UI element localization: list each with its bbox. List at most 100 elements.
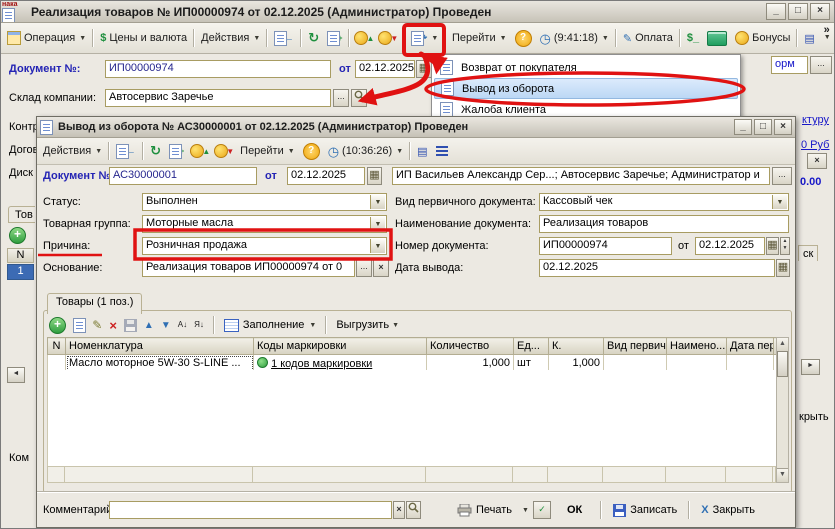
warehouse-field[interactable]: Автосервис Заречье (105, 89, 331, 107)
child-copy-button[interactable]: + (165, 139, 188, 163)
col-quantity[interactable]: Количество (427, 338, 514, 355)
outdate-field[interactable]: 02.12.2025 (539, 259, 775, 277)
rub-link-fragment[interactable]: 0 Руб (801, 139, 829, 151)
col-docname[interactable]: Наимено... (667, 338, 727, 355)
export-button[interactable]: Выгрузить▼ (336, 319, 399, 331)
basis-field[interactable]: Реализация товаров ИП00000974 от 0 (142, 259, 355, 277)
parent-hscroll-right-button[interactable]: ► (801, 359, 820, 375)
post-document-button[interactable]: ▲ (352, 26, 376, 50)
close-button[interactable]: × (810, 3, 830, 20)
toolbar-overflow-button[interactable]: » ▼ (819, 26, 835, 50)
group-combo[interactable]: Моторные масла▼ (142, 215, 387, 233)
print-dropdown-arrow-icon[interactable]: ▼ (522, 507, 529, 514)
calendar-button[interactable]: ▦ (367, 167, 382, 185)
child-help-button[interactable]: ? (299, 139, 324, 163)
table-vscrollbar[interactable]: ▲ ▼ (776, 337, 789, 483)
comment-search-button[interactable] (406, 501, 421, 519)
edit-row-button[interactable]: ✎ (92, 318, 102, 332)
clear-field-button[interactable]: × (807, 153, 827, 169)
prices-currency-button[interactable]: $ Цены и валюта (96, 26, 191, 50)
save-button[interactable]: Записать (608, 500, 682, 520)
calendar-button[interactable]: ▦ (766, 237, 779, 255)
child-minimize-button[interactable]: _ (734, 119, 752, 135)
comment-input[interactable] (109, 501, 392, 519)
child-list-button[interactable] (432, 139, 452, 163)
sort-asc-button[interactable]: А↓ (178, 321, 187, 329)
basis-clear-button[interactable]: × (373, 259, 389, 277)
cash-register-button[interactable] (703, 26, 731, 50)
unit-cell[interactable]: шт (514, 355, 549, 372)
help-button[interactable]: ? (511, 26, 536, 50)
child-close-button[interactable]: × (774, 119, 792, 135)
delete-row-button[interactable]: × (109, 318, 117, 333)
col-unit[interactable]: Ед... (514, 338, 549, 355)
dropdown-arrow-icon[interactable]: ▼ (370, 217, 385, 231)
status-combo[interactable]: Выполнен▼ (142, 193, 387, 211)
sort-desc-button[interactable]: Я↓ (194, 321, 204, 329)
minimize-button[interactable]: _ (766, 3, 786, 20)
child-refresh-button[interactable]: ↻ (146, 139, 165, 163)
dropdown-arrow-icon[interactable]: ▼ (772, 195, 787, 209)
parent-goods-tab[interactable]: Тов (8, 206, 35, 223)
marking-codes-link[interactable]: 1 кодов маркировки (271, 358, 372, 370)
col-doctype[interactable]: Вид первич... (604, 338, 667, 355)
reason-combo[interactable]: Розничная продажа▼ (142, 237, 387, 255)
comment-clear-button[interactable]: × (393, 501, 405, 519)
parent-titlebar[interactable]: нака Реализация товаров № ИП00000974 от … (1, 1, 834, 23)
k-cell[interactable]: 1,000 (549, 355, 604, 372)
parent-doc-date-field[interactable]: 02.12.2025 (355, 60, 415, 78)
create-on-basis-button[interactable]: ↷ ▼ (407, 26, 442, 50)
parent-table-selected-row[interactable]: 1 (7, 264, 34, 280)
parent-close-button-fragment[interactable]: крыть (794, 407, 834, 427)
col-nomenclature[interactable]: Номенклатура (66, 338, 254, 355)
row-number-cell[interactable]: 1 (48, 355, 66, 372)
copy-button[interactable]: + (323, 26, 346, 50)
child-goto-button[interactable]: Перейти▼ (236, 139, 299, 163)
child-maximize-button[interactable]: □ (754, 119, 772, 135)
docnum-field[interactable]: ИП00000974 (539, 237, 672, 255)
quantity-cell[interactable]: 1,000 (427, 355, 514, 372)
col-n[interactable]: N (48, 338, 66, 355)
basis-more-button[interactable]: ... (356, 259, 372, 277)
parent-doc-number-field[interactable]: ИП00000974 (105, 60, 331, 78)
save-record-button[interactable]: ← (270, 26, 298, 50)
close-button[interactable]: XЗакрыть (696, 500, 760, 520)
fill-button[interactable]: Заполнение▼ (224, 319, 316, 332)
refresh-button[interactable]: ↻ (304, 26, 323, 50)
scroll-down-button[interactable]: ▼ (777, 468, 788, 482)
bonuses-button[interactable]: Бонусы (731, 26, 794, 50)
move-up-button[interactable]: ▲ (144, 320, 154, 331)
doctype-cell[interactable] (604, 355, 667, 372)
docdate-spinner[interactable]: ▲▼ (780, 237, 790, 255)
add-row-button[interactable]: + (49, 317, 66, 334)
menu-item-return[interactable]: Возврат от покупателя (434, 57, 738, 78)
right-more-button[interactable]: ... (810, 56, 832, 74)
cash-dollar-button[interactable]: $_ (683, 26, 703, 50)
payment-button[interactable]: ✎ Оплата (619, 26, 677, 50)
child-titlebar[interactable]: Вывод из оборота № АС30000001 от 02.12.2… (37, 117, 795, 138)
table-row[interactable]: 1 Масло моторное 5W-30 S-LINE ... 1 кодо… (48, 355, 777, 372)
dropdown-arrow-icon[interactable]: ▼ (370, 195, 385, 209)
child-actions-button[interactable]: Действия▼ (39, 139, 106, 163)
child-time-button[interactable]: ◷ (10:36:26)▼ (324, 139, 407, 163)
save-rows-button[interactable] (124, 319, 137, 332)
child-org-field[interactable]: ИП Васильев Александр Сер...; Автосервис… (392, 167, 770, 185)
child-doc-date-field[interactable]: 02.12.2025 (287, 167, 365, 185)
parent-tab-fragment[interactable]: ск (798, 245, 818, 261)
col-marking-codes[interactable]: Коды маркировки (254, 338, 427, 355)
unpost-document-button[interactable]: ▼ (376, 26, 400, 50)
child-doc-number-field[interactable]: АС30000001 (109, 167, 257, 185)
child-post-button[interactable]: ▲ (188, 139, 212, 163)
actions-button[interactable]: Действия▼ (197, 26, 264, 50)
parent-add-row-button[interactable]: + (9, 227, 26, 244)
print-button[interactable]: Печать (452, 500, 517, 520)
warehouse-more-button[interactable]: ... (333, 89, 349, 107)
ok-button[interactable]: ОК (555, 500, 594, 520)
scroll-up-button[interactable]: ▲ (777, 338, 788, 352)
scroll-thumb[interactable] (777, 351, 788, 377)
doctype-combo[interactable]: Кассовый чек▼ (539, 193, 789, 211)
calendar-button[interactable]: ▦ (416, 60, 432, 78)
child-structure-button[interactable]: ▤ (413, 139, 431, 163)
docname-field[interactable]: Реализация товаров (539, 215, 789, 233)
child-save-record-button[interactable]: ← (112, 139, 140, 163)
